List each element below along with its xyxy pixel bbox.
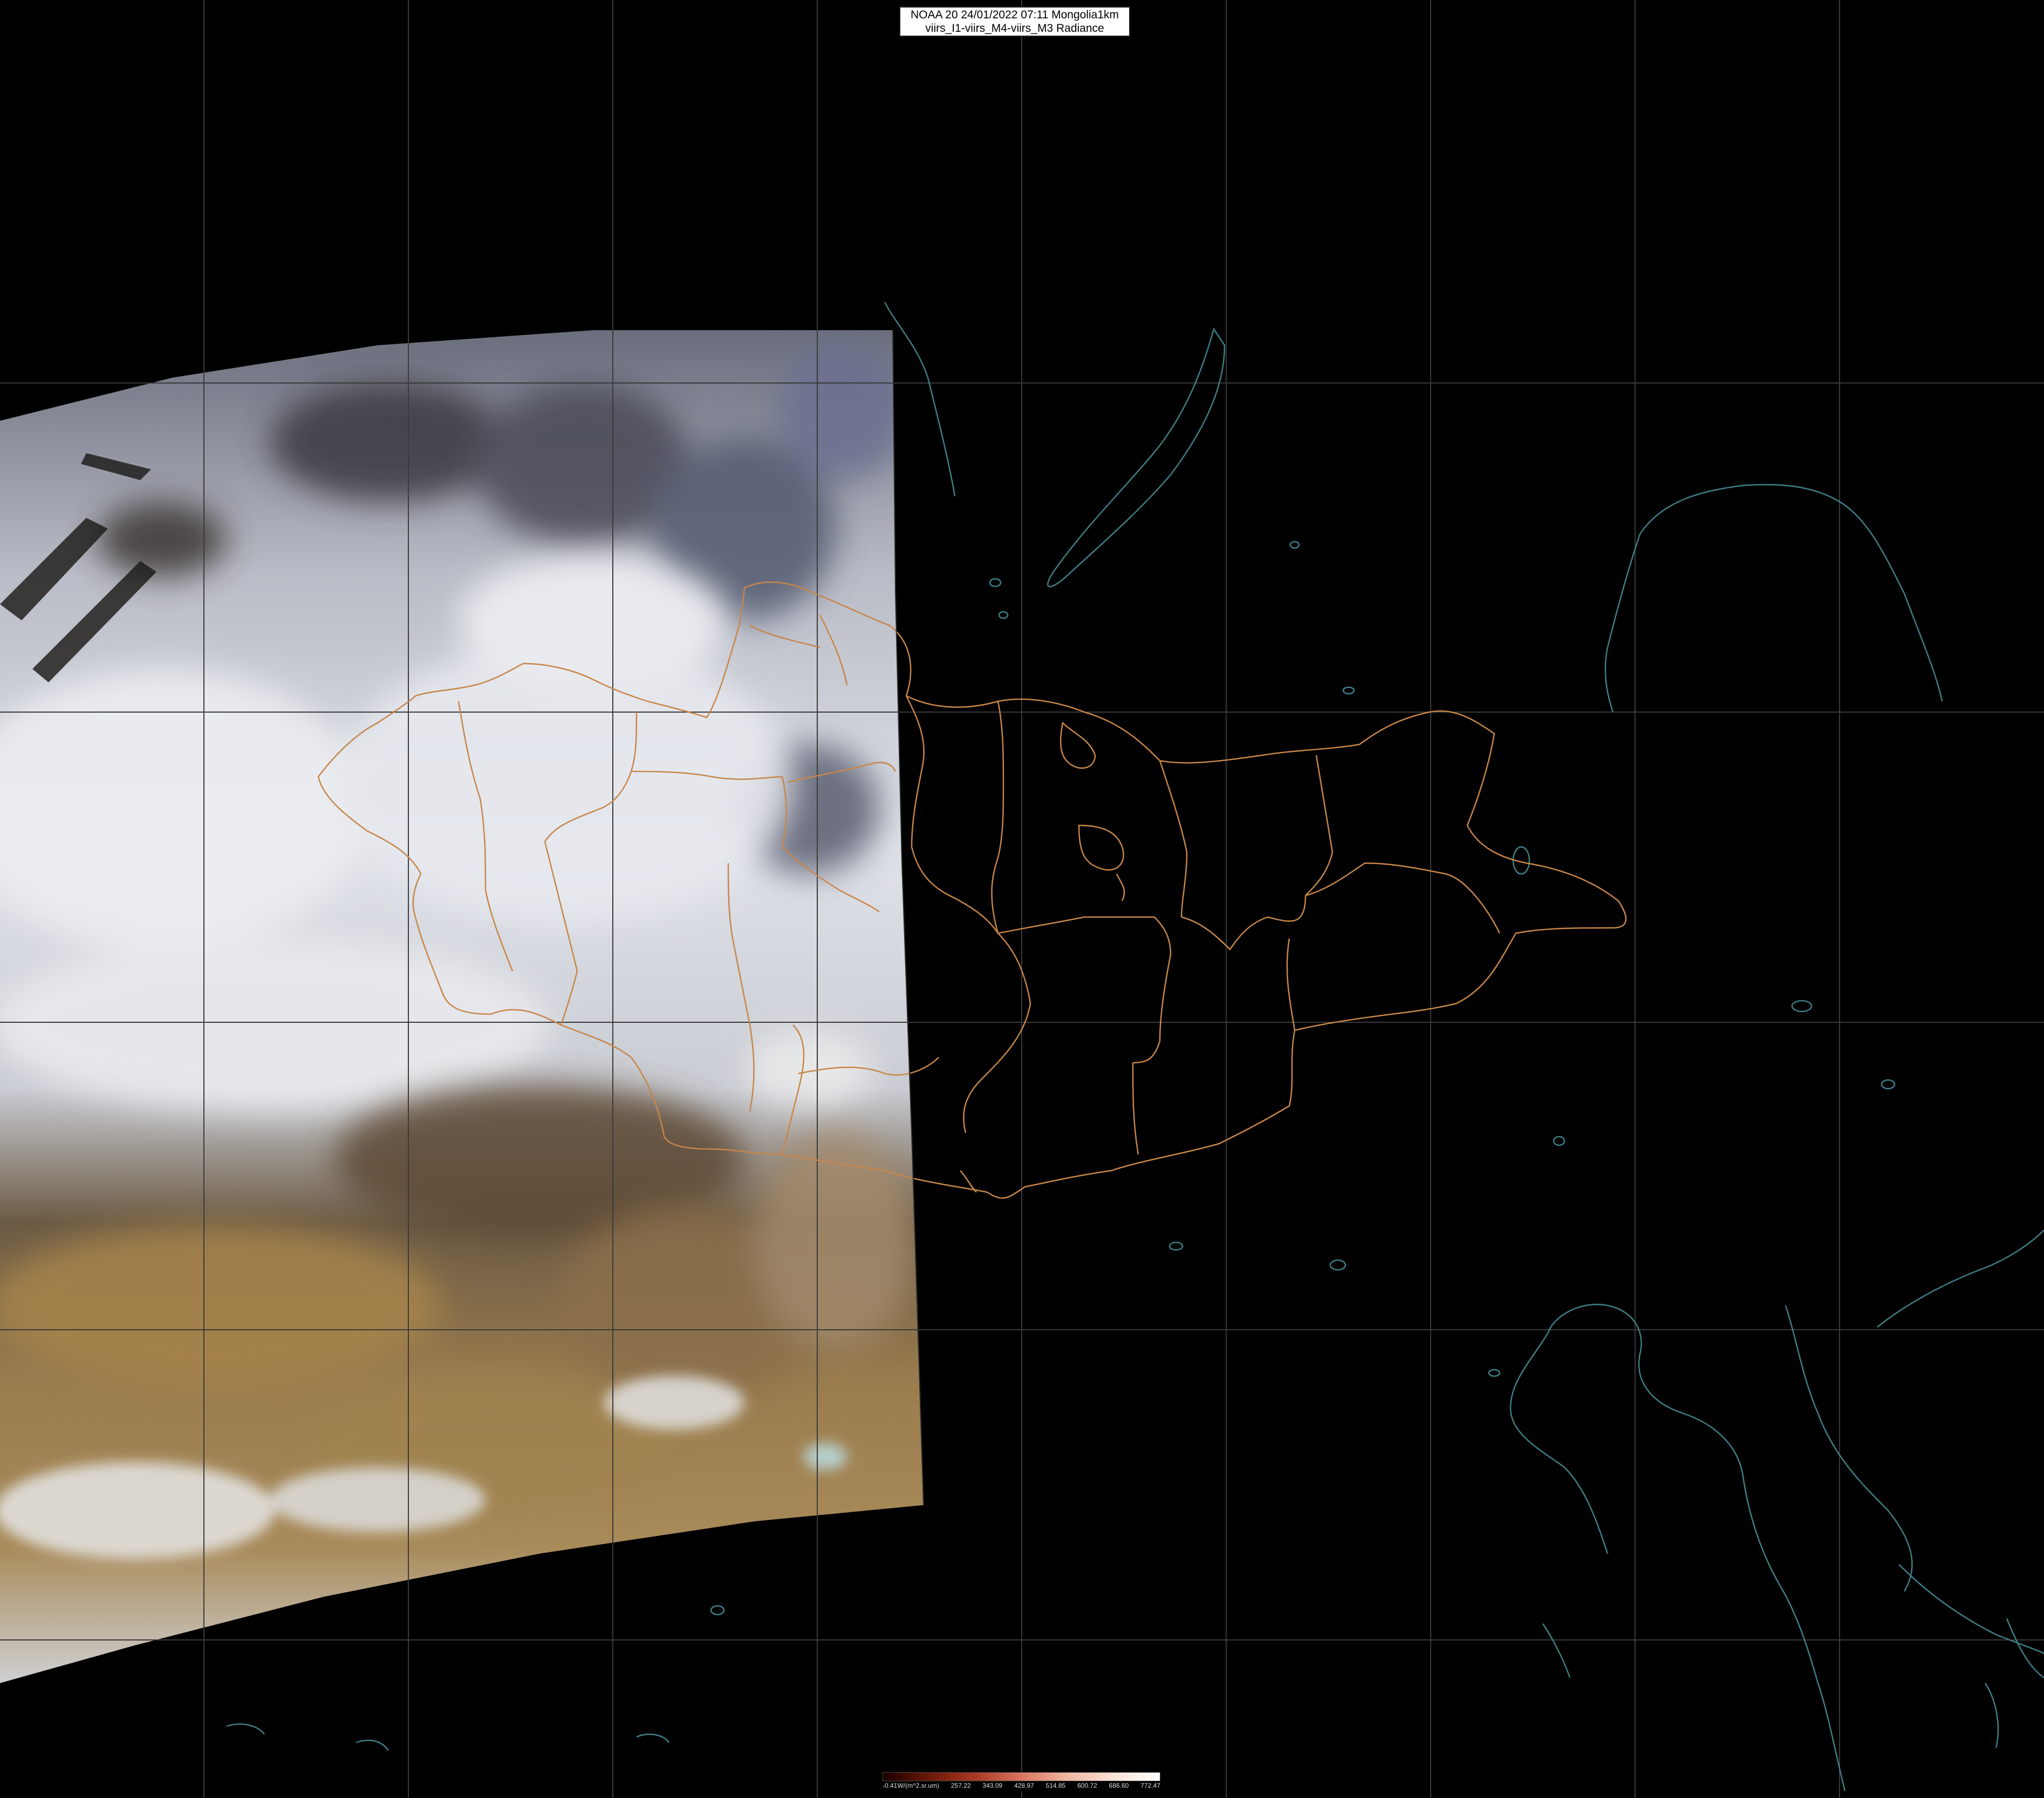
colorbar-tick: 600.72 [1077, 1782, 1097, 1789]
colorbar-tick: 514.85 [1045, 1782, 1066, 1789]
title-line-2: viirs_I1-viirs_M4-viirs_M3 Radiance [925, 22, 1104, 35]
colorbar-tick: 428.97 [1014, 1782, 1034, 1789]
map-title-box: NOAA 20 24/01/2022 07:11 Mongolia1km vii… [899, 6, 1130, 37]
title-line-1: NOAA 20 24/01/2022 07:11 Mongolia1km [910, 9, 1119, 21]
radiance-colorbar: -0.41W/(m^2.sr.um) 257.22 343.09 428.97 … [883, 1772, 1160, 1794]
colorbar-tick: 343.09 [982, 1782, 1003, 1789]
colorbar-labels: -0.41W/(m^2.sr.um) 257.22 343.09 428.97 … [883, 1782, 1160, 1792]
colorbar-gradient [883, 1772, 1160, 1781]
colorbar-unit-label: -0.41W/(m^2.sr.um) [883, 1782, 939, 1789]
satellite-map [0, 0, 2044, 1798]
colorbar-tick: 686.60 [1109, 1782, 1129, 1789]
colorbar-tick: 257.22 [951, 1782, 971, 1789]
colorbar-tick: 772.47 [1140, 1782, 1160, 1789]
satellite-swath [0, 330, 924, 1683]
